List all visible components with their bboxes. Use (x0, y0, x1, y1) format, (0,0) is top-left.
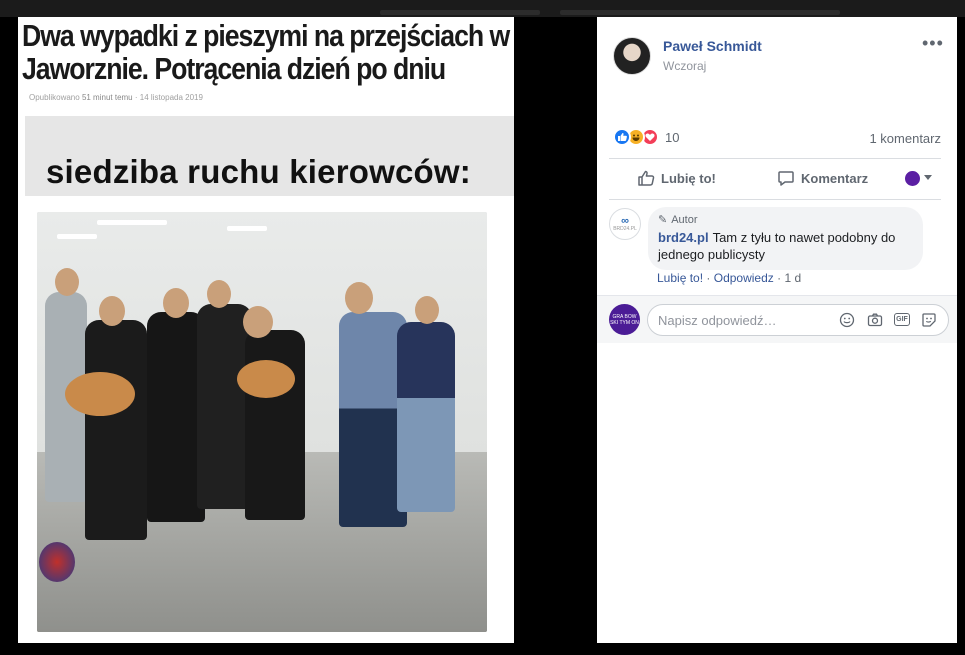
top-strip-bar (380, 10, 540, 15)
mariachi-figure (85, 320, 147, 540)
comment-bubble: ✎ Autor brd24.pl Tam z tyłu to nawet podo… (648, 207, 923, 270)
caption-text: siedziba ruchu kierowców: (46, 153, 471, 190)
post-time[interactable]: Wczoraj (663, 59, 706, 73)
person-head (99, 296, 125, 326)
sombrero (39, 542, 75, 582)
author-avatar[interactable] (613, 37, 651, 75)
emoji-icon[interactable] (838, 311, 856, 329)
like-label: Lubię to! (661, 170, 716, 186)
divider (609, 199, 941, 200)
mariachi-photo (37, 212, 487, 632)
facebook-post-panel: Paweł Schmidt Wczoraj ••• 10 1 komentarz… (597, 17, 957, 643)
camera-icon[interactable] (866, 311, 884, 329)
author-badge: ✎ Autor (658, 213, 913, 227)
separator: · (706, 271, 711, 285)
author-badge-label: Autor (671, 213, 698, 226)
identity-picker-avatar[interactable] (905, 171, 920, 186)
reply-area: GRA BOW SKI TYM ON Napisz odpowiedź… GIF (597, 295, 957, 343)
person-head (55, 268, 79, 296)
divider (609, 158, 941, 159)
chevron-down-icon[interactable] (924, 175, 932, 180)
reaction-count: 10 (665, 129, 680, 145)
comment-text: brd24.pl Tam z tyłu to nawet podobny do j… (658, 229, 913, 263)
article-meta: Opublikowano 51 minut temu · 14 listopad… (29, 93, 203, 102)
ceiling-light (227, 226, 267, 231)
guitar (237, 360, 295, 398)
meta-sep: · (134, 93, 138, 102)
top-strip (0, 0, 965, 17)
mariachi-figure (245, 330, 305, 520)
meta-date: 14 listopada 2019 (139, 93, 203, 102)
more-options-icon[interactable]: ••• (922, 33, 944, 54)
ceiling-light (57, 234, 97, 239)
sticker-icon[interactable] (920, 311, 938, 329)
comment-actions: Lubię to! · Odpowiedz · 1 d (657, 271, 801, 285)
reply-avatar[interactable]: GRA BOW SKI TYM ON (609, 304, 640, 335)
infinity-logo-icon: ∞ (621, 215, 629, 227)
person-head (345, 282, 373, 314)
meta-prefix: Opublikowano (29, 93, 80, 102)
reply-placeholder: Napisz odpowiedź… (658, 312, 777, 328)
person-head (243, 306, 273, 338)
commenter-avatar[interactable]: ∞ BRD24.PL (609, 208, 641, 240)
pencil-icon: ✎ (658, 214, 668, 226)
person-head (163, 288, 189, 318)
comment-count[interactable]: 1 komentarz (869, 131, 941, 146)
reply-icons: GIF (838, 311, 938, 329)
gif-icon[interactable]: GIF (894, 313, 910, 326)
comment-reply-link[interactable]: Odpowiedz (714, 271, 774, 285)
comment-button[interactable]: Komentarz (777, 169, 868, 187)
person-figure (397, 322, 455, 512)
comment-age[interactable]: 1 d (784, 271, 801, 285)
comment-label: Komentarz (801, 170, 869, 186)
mariachi-figure (197, 304, 252, 509)
comment-icon (778, 171, 794, 186)
top-strip-bar (560, 10, 840, 15)
avatar-caption: BRD24.PL (613, 226, 637, 232)
comment-like-link[interactable]: Lubię to! (657, 271, 703, 285)
article-image: Dwa wypadki z pieszymi na przejściach w … (18, 17, 514, 643)
separator: · (777, 271, 782, 285)
ceiling-light (97, 220, 167, 225)
reply-input[interactable]: Napisz odpowiedź… GIF (647, 304, 949, 336)
like-reaction-icon (613, 128, 631, 146)
comment-author[interactable]: brd24.pl (658, 230, 709, 245)
person-head (207, 280, 231, 308)
thumbs-up-icon (638, 170, 655, 186)
author-name[interactable]: Paweł Schmidt (663, 38, 762, 54)
reactions-summary[interactable]: 10 (613, 128, 679, 146)
guitar (65, 372, 135, 416)
like-button[interactable]: Lubię to! (637, 169, 716, 187)
meta-time: 51 minut temu (81, 93, 133, 102)
article-headline: Dwa wypadki z pieszymi na przejściach w … (22, 18, 510, 86)
person-head (415, 296, 439, 324)
